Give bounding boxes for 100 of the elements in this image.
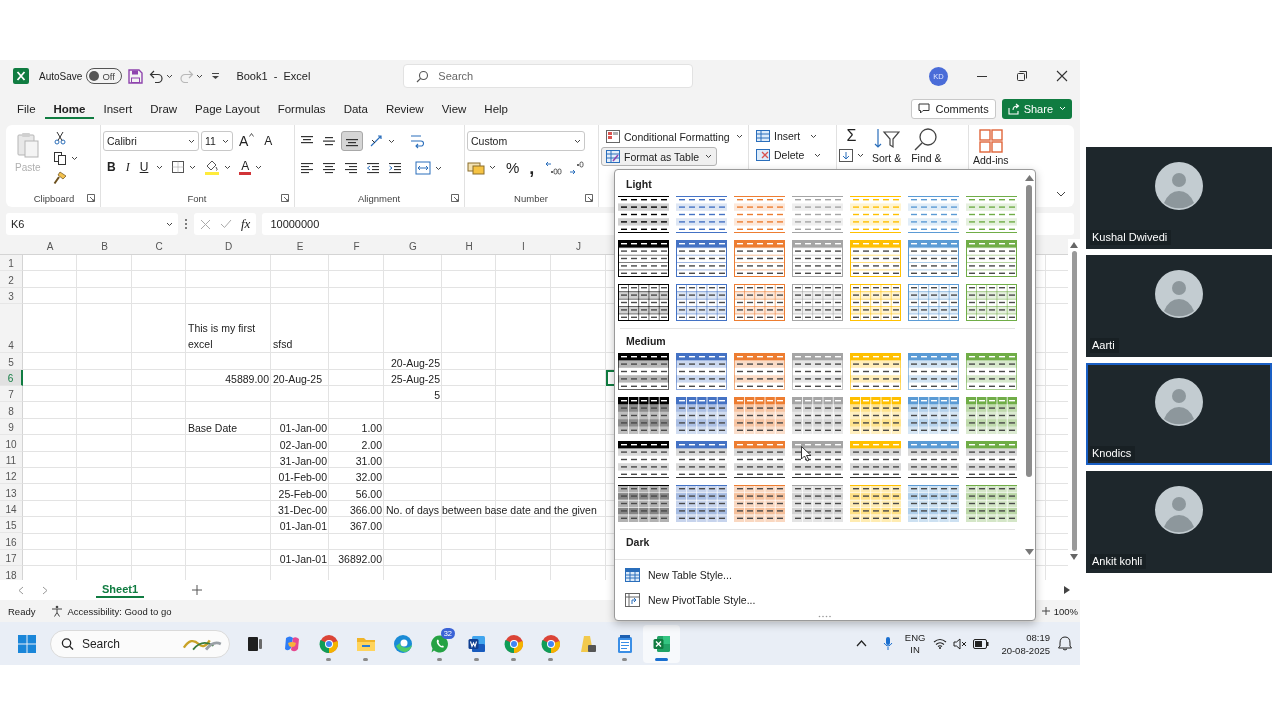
row-header[interactable]: 16 (0, 533, 23, 550)
cell-value: 1.00 (361, 422, 382, 435)
group-label: Alignment (357, 192, 401, 204)
cell-value: 20-Aug-25 (390, 356, 440, 369)
ribbon-tab[interactable]: Data (334, 100, 377, 119)
cell-value: 31-Jan-00 (279, 454, 327, 467)
percent-style-button[interactable]: % (502, 159, 524, 176)
row-header[interactable]: 18 (0, 566, 23, 580)
row-header[interactable]: 4 (0, 304, 23, 354)
window-title: Book1 - Excel (236, 70, 311, 82)
cell-text: Base Date (188, 422, 238, 435)
font-color-button[interactable]: A (239, 159, 252, 175)
ribbon-tab[interactable]: Formulas (268, 100, 335, 119)
participant-name: Ankit kohli (1090, 554, 1147, 569)
language-indicator[interactable]: ENG IN (904, 631, 926, 656)
section-heading: Dark (625, 535, 651, 550)
ribbon-tab[interactable]: View (432, 100, 476, 119)
find-select-button[interactable]: Find & (909, 127, 944, 164)
cell-value: 01-Jan-01 (279, 520, 327, 533)
menu-item[interactable]: New PivotTable Style... (615, 587, 1035, 612)
insert-cells-button[interactable]: Insert (751, 127, 823, 145)
conditional-formatting-button[interactable]: Conditional Formatting (601, 127, 748, 146)
row-header[interactable]: 13 (0, 484, 23, 501)
search-field[interactable]: Search (403, 64, 694, 88)
column-header[interactable]: H (442, 239, 496, 254)
column-header[interactable]: D (186, 239, 271, 254)
grow-font-button[interactable]: A (235, 133, 259, 149)
menu-item[interactable]: New Table Style... (615, 562, 1035, 587)
cell-value: 36892.00 (338, 553, 382, 566)
zoom-level[interactable]: 100% (1053, 605, 1078, 617)
row-header[interactable]: 15 (0, 517, 23, 534)
name-box[interactable]: K6 (6, 213, 178, 235)
insert-function-button[interactable]: fx (241, 216, 251, 232)
ribbon-tab[interactable]: Help (475, 100, 517, 119)
ribbon-tab[interactable]: Home (44, 100, 95, 119)
row-header[interactable]: 5 (0, 353, 23, 370)
cell-text: This is my first excel (188, 321, 257, 353)
add-ins-button[interactable]: Add-ins (971, 129, 1011, 166)
group-label: Clipboard (33, 192, 75, 204)
cell-value: 25-Feb-00 (278, 487, 327, 500)
cell-text: sfsd (273, 337, 293, 353)
row-header[interactable]: 8 (0, 402, 23, 419)
sort-filter-button[interactable]: Sort & (870, 127, 904, 164)
cell-text: 20-Aug-25 (273, 372, 323, 385)
column-header[interactable]: E (271, 239, 329, 254)
participant-name: Knodics (1090, 446, 1136, 461)
ribbon-tab[interactable]: Insert (94, 100, 142, 119)
cell-value: 02-Jan-00 (279, 438, 327, 451)
participant-name: Aarti (1090, 338, 1119, 353)
cell-value: 56.00 (355, 487, 382, 500)
cell-value: 01-Jan-01 (279, 553, 327, 566)
cell-value: 01-Feb-00 (278, 471, 327, 484)
font-style-button[interactable]: B (103, 160, 120, 174)
cell-value: 367.00 (349, 520, 382, 533)
font-style-button[interactable]: U (135, 160, 153, 174)
group-label: Font (187, 192, 207, 204)
ribbon-tab[interactable]: Draw (141, 100, 187, 119)
participant-name: Kushal Dwivedi (1090, 230, 1172, 245)
cell-text: No. of days between base date and the given (386, 504, 597, 517)
column-header[interactable]: B (77, 239, 132, 254)
ribbon-tab[interactable]: Review (376, 100, 433, 119)
participant-tile[interactable]: Kushal Dwivedi (1086, 147, 1272, 249)
format-as-table-button[interactable]: Format as Table (601, 147, 718, 166)
font-style-button[interactable]: I (121, 159, 134, 175)
participant-tile[interactable]: Aarti (1086, 255, 1272, 357)
number-format-dropdown[interactable]: Custom (467, 131, 585, 151)
cell-value: 31.00 (355, 454, 382, 467)
column-header[interactable]: F (329, 239, 384, 254)
group-label: Number (514, 192, 548, 204)
ribbon-tab[interactable]: Page Layout (186, 100, 269, 119)
row-header[interactable]: 1 (0, 255, 23, 272)
autosave-label: AutoSave (39, 70, 83, 82)
autosum-button[interactable]: Σ (839, 127, 864, 145)
column-header[interactable]: A (23, 239, 77, 254)
cell-value: 2.00 (361, 438, 382, 451)
share-button[interactable]: Share (1001, 98, 1072, 119)
column-header[interactable]: G (384, 239, 442, 254)
taskbar-search-field[interactable]: Search (50, 629, 230, 658)
participant-tile[interactable]: Knodics (1086, 363, 1272, 465)
ribbon-tab[interactable]: File (8, 100, 45, 119)
cell-value: 31-Dec-00 (277, 504, 327, 517)
shrink-font-button[interactable]: A (260, 134, 277, 148)
section-heading: Medium (625, 334, 667, 349)
column-header[interactable]: J (551, 239, 606, 254)
cell-value: 5 (434, 389, 440, 402)
row-header[interactable]: 10 (0, 435, 23, 452)
section-heading: Light (625, 177, 653, 192)
clock[interactable]: 08:19 20-08-2025 (1001, 630, 1050, 657)
comma-style-button[interactable]: , (525, 160, 539, 175)
delete-cells-button[interactable]: Delete (751, 146, 827, 164)
column-header[interactable]: C (132, 239, 186, 254)
participant-tile[interactable]: Ankit kohli (1086, 471, 1272, 573)
accessibility-status[interactable]: Accessibility: Good to go (67, 605, 172, 617)
column-header[interactable]: I (496, 239, 551, 254)
font-name-dropdown[interactable]: Calibri (103, 131, 199, 151)
font-size-dropdown[interactable]: 11 (201, 131, 233, 151)
row-header[interactable]: 2 (0, 271, 23, 288)
sheet-tab[interactable]: Sheet1 (96, 582, 145, 598)
comments-button[interactable]: Comments (911, 98, 996, 119)
cell-value: 32.00 (355, 471, 382, 484)
